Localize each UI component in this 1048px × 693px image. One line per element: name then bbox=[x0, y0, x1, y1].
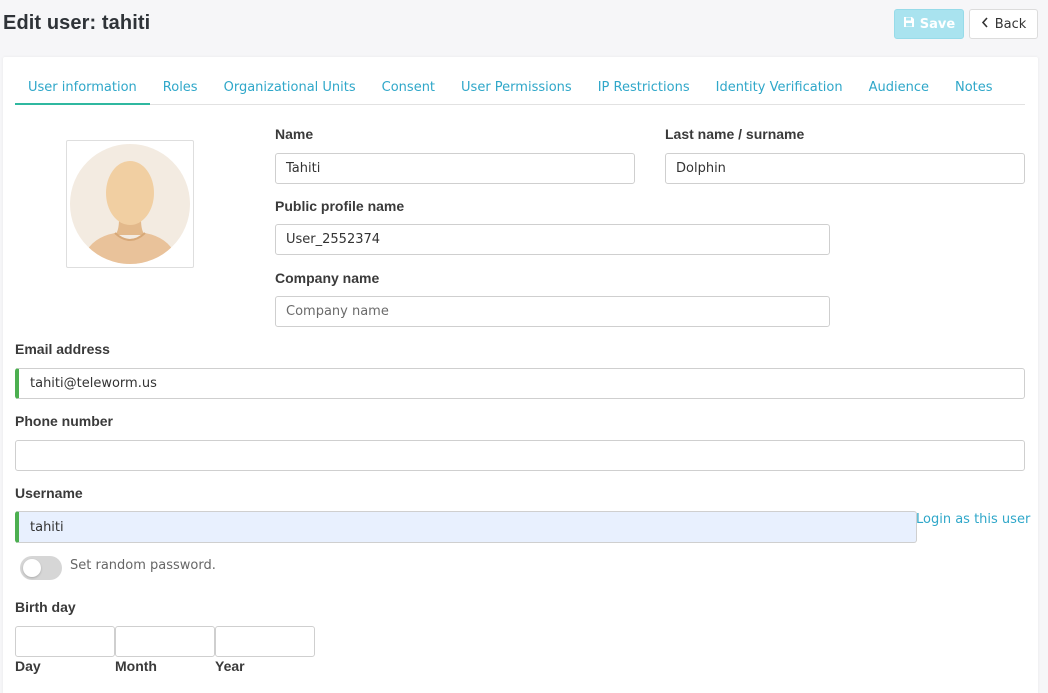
name-field[interactable]: Tahiti bbox=[275, 153, 635, 184]
public-profile-name-label: Public profile name bbox=[275, 198, 405, 214]
surname-label: Last name / surname bbox=[665, 126, 805, 142]
tab-notes[interactable]: Notes bbox=[942, 78, 1006, 105]
tab-identity-verification[interactable]: Identity Verification bbox=[703, 78, 856, 105]
tab-bar: User information Roles Organizational Un… bbox=[15, 78, 1025, 105]
login-as-user-link[interactable]: Login as this user bbox=[916, 512, 1030, 527]
birth-year-field[interactable] bbox=[215, 626, 315, 657]
phone-field[interactable] bbox=[15, 440, 1025, 471]
page-title: Edit user: tahiti bbox=[3, 12, 151, 34]
tab-audience[interactable]: Audience bbox=[856, 78, 942, 105]
tab-roles[interactable]: Roles bbox=[150, 78, 211, 105]
tab-user-information[interactable]: User information bbox=[15, 78, 150, 105]
public-profile-name-field[interactable]: User_2552374 bbox=[275, 224, 830, 255]
back-label: Back bbox=[994, 16, 1027, 32]
company-name-field[interactable]: Company name bbox=[275, 296, 830, 327]
toggle-knob bbox=[23, 559, 41, 577]
tab-user-permissions[interactable]: User Permissions bbox=[448, 78, 585, 105]
surname-field[interactable]: Dolphin bbox=[665, 153, 1025, 184]
name-label: Name bbox=[275, 126, 314, 142]
email-label: Email address bbox=[15, 341, 110, 357]
day-label: Day bbox=[15, 658, 41, 674]
email-field[interactable]: tahiti@teleworm.us bbox=[15, 368, 1025, 399]
company-name-label: Company name bbox=[275, 270, 380, 286]
save-button[interactable]: Save bbox=[894, 9, 964, 39]
random-password-toggle[interactable] bbox=[20, 556, 62, 580]
default-user-avatar-icon bbox=[70, 144, 190, 264]
tab-consent[interactable]: Consent bbox=[369, 78, 448, 105]
year-label: Year bbox=[215, 658, 245, 674]
username-label: Username bbox=[15, 485, 83, 501]
chevron-left-icon bbox=[981, 16, 989, 32]
avatar[interactable] bbox=[66, 140, 194, 268]
tab-organizational-units[interactable]: Organizational Units bbox=[211, 78, 369, 105]
floppy-disk-icon bbox=[903, 16, 915, 32]
month-label: Month bbox=[115, 658, 157, 674]
birth-month-field[interactable] bbox=[115, 626, 215, 657]
page-header bbox=[0, 0, 1048, 56]
back-button[interactable]: Back bbox=[969, 9, 1038, 39]
tab-ip-restrictions[interactable]: IP Restrictions bbox=[585, 78, 703, 105]
save-label: Save bbox=[919, 16, 956, 32]
phone-label: Phone number bbox=[15, 413, 114, 429]
birthday-label: Birth day bbox=[15, 599, 76, 615]
username-field[interactable]: tahiti bbox=[15, 511, 917, 543]
random-password-label: Set random password. bbox=[70, 558, 216, 573]
birth-day-field[interactable] bbox=[15, 626, 115, 657]
